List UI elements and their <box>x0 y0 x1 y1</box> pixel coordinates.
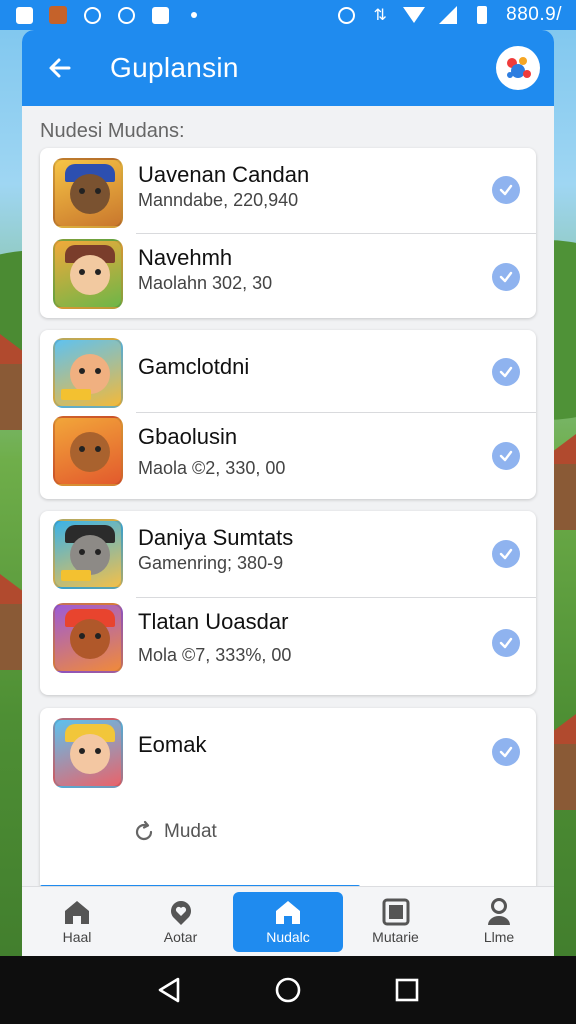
dot-icon <box>184 5 204 25</box>
check-icon[interactable] <box>492 358 520 386</box>
check-icon[interactable] <box>492 540 520 568</box>
item-title: Gbaolusin <box>138 424 238 449</box>
app-list-group: Gamclotdni Gbaolusin Maola ©2, 330, 00 <box>40 330 536 499</box>
data-icon: ⇅ <box>373 7 387 24</box>
app-icon <box>48 5 68 25</box>
more-link[interactable]: Mudat <box>132 820 217 844</box>
list-item[interactable]: Tlatan Uoasdar Mola ©7, 333%, 00 <box>40 597 536 695</box>
list-item[interactable]: Uavenan Candan Manndabe, 220,940 <box>40 148 536 233</box>
gallery-icon <box>381 898 411 926</box>
nav-label: Nudalc <box>266 929 310 945</box>
status-bar: ⇅ 880.9/ <box>0 0 576 30</box>
list-item[interactable]: Daniya Sumtats Gamenring; 380-9 <box>40 511 536 597</box>
item-subtitle: Mola ©7, 333%, 00 <box>138 645 292 665</box>
heart-location-icon <box>166 898 196 926</box>
signal-icon <box>438 5 458 25</box>
check-icon[interactable] <box>492 263 520 291</box>
sync-icon <box>82 5 102 25</box>
alarm-icon <box>336 5 356 25</box>
game-thumbnail <box>53 603 123 673</box>
list-item[interactable]: Eomak <box>40 708 536 804</box>
status-bar-right: ⇅ 880.9/ <box>336 4 562 26</box>
game-thumbnail <box>53 158 123 228</box>
item-subtitle: Manndabe, 220,940 <box>138 190 299 210</box>
home-circle-icon[interactable] <box>273 975 303 1005</box>
profile-icon <box>484 898 514 926</box>
wifi-icon <box>403 5 426 25</box>
check-icon[interactable] <box>492 176 520 204</box>
nav-item-nudalc[interactable]: Nudalc <box>233 891 343 952</box>
recents-icon[interactable] <box>392 975 422 1005</box>
list-item[interactable]: Navehmh Maolahn 302, 30 <box>40 233 536 318</box>
home-icon <box>273 898 303 926</box>
game-thumbnail <box>53 718 123 788</box>
home-icon <box>62 898 92 926</box>
back-icon[interactable] <box>154 975 184 1005</box>
camera-icon <box>150 5 170 25</box>
bottom-nav: Haal Aotar Nudalc Mutarie Llme <box>22 886 554 956</box>
app-window: Guplansin Nudesi Mudans: Uavenan Candan … <box>22 30 554 956</box>
system-nav-bar <box>0 956 576 1024</box>
battery-icon <box>472 5 492 25</box>
page-title: Guplansin <box>110 52 239 83</box>
status-bar-left <box>14 5 204 25</box>
nav-label: Llme <box>483 929 515 945</box>
game-thumbnail <box>53 338 123 408</box>
alarm-icon <box>116 5 136 25</box>
game-thumbnail <box>53 416 123 486</box>
section-label: Nudesi Mudans: <box>40 120 185 142</box>
nav-item-haal[interactable]: Haal <box>26 892 128 952</box>
item-title: Tlatan Uoasdar <box>138 609 289 634</box>
refresh-icon <box>135 820 153 841</box>
nav-label: Aotar <box>163 929 198 945</box>
app-list-group: Uavenan Candan Manndabe, 220,940 Navehmh… <box>40 148 536 318</box>
app-logo-icon[interactable] <box>496 46 540 90</box>
item-title: Uavenan Candan <box>138 162 310 187</box>
item-subtitle: Maola ©2, 330, 00 <box>138 458 286 478</box>
arrow-left-icon[interactable] <box>40 48 80 88</box>
list-item[interactable]: Gbaolusin Maola ©2, 330, 00 <box>40 412 536 499</box>
item-title: Eomak <box>138 732 207 757</box>
game-thumbnail <box>53 519 123 589</box>
nav-label: Mutarie <box>372 929 419 945</box>
nav-item-llme[interactable]: Llme <box>448 892 550 952</box>
game-thumbnail <box>53 239 123 309</box>
item-subtitle: Gamenring; 380-9 <box>138 553 284 573</box>
app-bar: Guplansin <box>22 30 554 106</box>
nav-label: Haal <box>62 929 92 945</box>
check-icon[interactable] <box>492 629 520 657</box>
nav-item-aotar[interactable]: Aotar <box>130 892 232 952</box>
item-title: Navehmh <box>138 245 233 270</box>
item-title: Gamclotdni <box>138 354 250 379</box>
item-subtitle: Maolahn 302, 30 <box>138 273 273 293</box>
app-list-group: Daniya Sumtats Gamenring; 380-9 Tlatan U… <box>40 511 536 695</box>
list-item[interactable]: Gamclotdni <box>40 330 536 412</box>
more-link-label: Mudat <box>164 821 217 842</box>
check-icon[interactable] <box>492 738 520 766</box>
item-title: Daniya Sumtats <box>138 525 294 550</box>
check-icon[interactable] <box>492 442 520 470</box>
app-list-group: Eomak Mudat <box>40 708 536 908</box>
nav-item-mutarie[interactable]: Mutarie <box>345 892 447 952</box>
image-icon <box>14 5 34 25</box>
clock: 880.9/ <box>506 4 562 25</box>
